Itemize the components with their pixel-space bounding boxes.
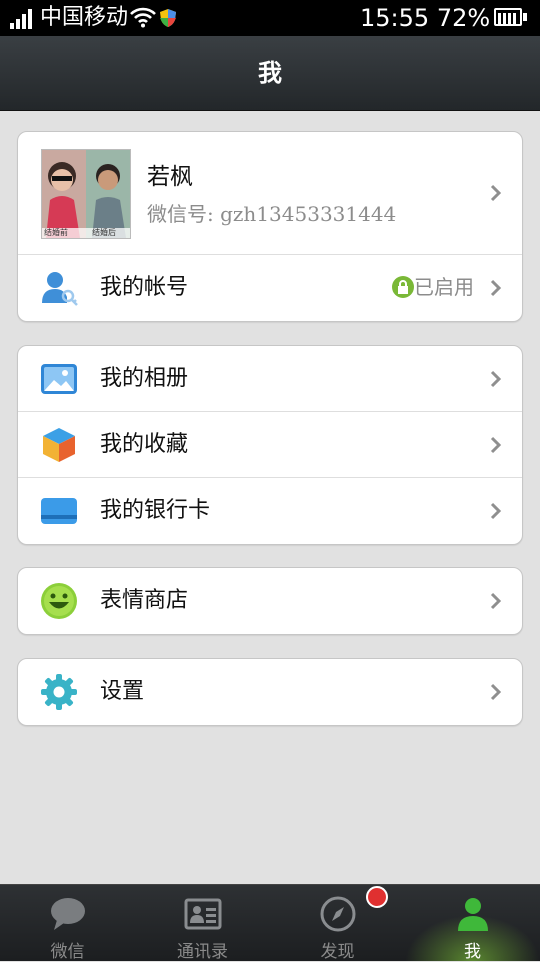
tab-label: 我 [464,942,481,962]
compass-icon [320,896,356,932]
favorites-icon [43,428,75,462]
tab-label: 发现 [320,942,355,962]
profile-name: 若枫 [147,164,193,190]
chevron-right-icon [490,370,502,387]
menu-item-bank-card[interactable]: 我的银行卡 [18,477,522,544]
profile-card: 结婚前 结婚后 若枫 微信号: gzh13453331444 我的帐号 已启用 [17,131,523,322]
battery-percent: 72% [436,4,491,32]
account-status: 已启用 [414,275,474,299]
signal-strength-icon [10,9,34,29]
page-title: 我 [258,59,282,87]
chat-bubble-icon [51,898,85,930]
chevron-right-icon [490,592,502,610]
menu-group-personal: 我的相册 我的收藏 我的银行卡 [17,345,523,545]
menu-item-label: 我的相册 [100,366,189,391]
menu-item-label: 我的收藏 [100,432,189,457]
bank-card-icon [41,498,77,524]
menu-item-sticker-store[interactable]: 表情商店 [18,568,522,634]
avatar[interactable]: 结婚前 结婚后 [41,149,131,239]
my-account-label: 我的帐号 [100,275,189,300]
security-shield-icon [160,9,176,27]
gear-icon [41,674,77,710]
bottom-tab-bar: 微信 通讯录 发现 我 [0,884,540,962]
contacts-card-icon [184,898,222,930]
chevron-right-icon [490,502,502,520]
menu-item-settings[interactable]: 设置 [18,659,522,725]
status-bar: 中国移动 15:55 72% [0,0,540,36]
menu-item-label: 设置 [100,679,145,704]
chevron-right-icon [490,279,502,297]
menu-item-label: 我的银行卡 [100,498,211,523]
account-key-icon [42,272,78,306]
carrier-name: 中国移动 [40,5,129,30]
smiley-icon [41,583,77,619]
person-icon [458,898,488,931]
battery-icon [494,8,528,28]
menu-item-label: 表情商店 [100,588,189,613]
avatar-caption-right: 结婚后 [92,228,116,237]
title-bar: 我 [0,36,540,111]
chevron-right-icon [490,184,502,202]
menu-item-favorites[interactable]: 我的收藏 [18,411,522,478]
wifi-icon [130,7,156,28]
tab-label: 通讯录 [177,942,228,962]
menu-group-stickers: 表情商店 [17,567,523,635]
avatar-photo [42,150,130,238]
profile-row[interactable]: 结婚前 结婚后 若枫 微信号: gzh13453331444 [18,132,522,254]
tab-me[interactable]: 我 [405,885,540,962]
clock-time: 15:55 [360,4,430,32]
menu-group-settings: 设置 [17,658,523,726]
discover-notification-badge [366,886,388,908]
lock-icon [392,276,414,298]
my-account-row[interactable]: 我的帐号 已启用 [18,254,522,321]
chevron-right-icon [490,683,502,701]
avatar-caption-left: 结婚前 [44,228,68,237]
tab-chats[interactable]: 微信 [0,885,135,962]
tab-contacts[interactable]: 通讯录 [135,885,270,962]
wechat-id: 微信号: gzh13453331444 [147,202,397,226]
menu-item-album[interactable]: 我的相册 [18,346,522,411]
album-icon [41,364,77,394]
chevron-right-icon [490,436,502,454]
tab-label: 微信 [50,942,85,962]
